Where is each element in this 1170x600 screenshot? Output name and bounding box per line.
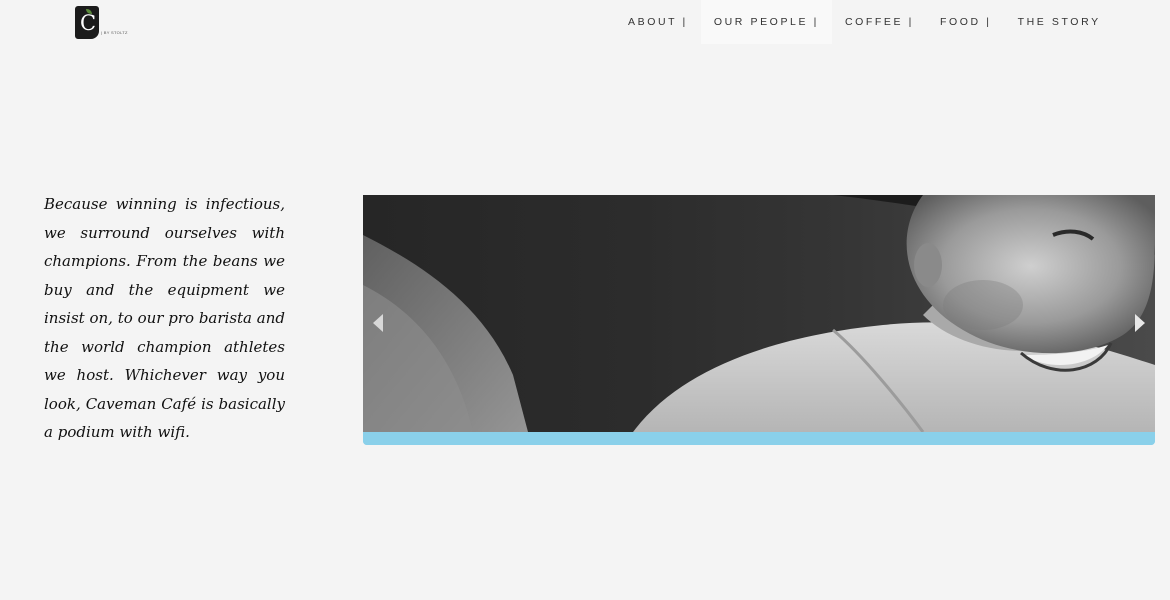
- main-nav: ABOUT | OUR PEOPLE | COFFEE | FOOD | THE…: [615, 0, 1114, 44]
- nav-item-about[interactable]: ABOUT |: [615, 0, 701, 44]
- slide-accent-bar: [363, 432, 1155, 445]
- logo-letter: C: [80, 11, 97, 35]
- triangle-right-icon: [1135, 314, 1145, 332]
- slider-next-button[interactable]: [1133, 313, 1147, 333]
- triangle-left-icon: [373, 314, 383, 332]
- logo-tagline: | BY STOLTZ: [101, 30, 128, 35]
- page: C | BY STOLTZ ABOUT | OUR PEOPLE | COFFE…: [0, 0, 1170, 600]
- intro-quote: Because winning is infectious, we surrou…: [44, 195, 285, 441]
- logo-mark: C: [75, 6, 99, 39]
- nav-item-the-story[interactable]: THE STORY: [1005, 0, 1114, 44]
- slider-prev-button[interactable]: [371, 313, 385, 333]
- image-slider: [363, 195, 1155, 445]
- site-logo[interactable]: C | BY STOLTZ: [75, 5, 135, 39]
- nav-item-our-people[interactable]: OUR PEOPLE |: [700, 0, 832, 44]
- nav-item-coffee[interactable]: COFFEE |: [832, 0, 927, 44]
- nav-item-food[interactable]: FOOD |: [927, 0, 1005, 44]
- slide-photo: [363, 195, 1155, 432]
